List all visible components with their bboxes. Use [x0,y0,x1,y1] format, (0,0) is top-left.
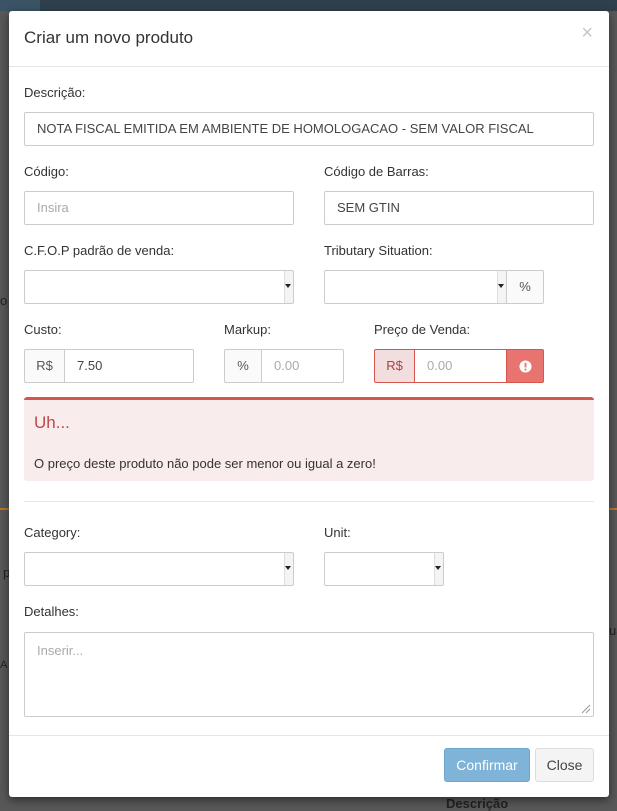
chevron-down-icon [435,566,441,570]
cfop-label: C.F.O.P padrão de venda: [24,243,175,258]
resize-grip-icon[interactable] [581,704,591,714]
tributary-percent-addon: % [506,270,544,304]
modal-footer-divider [9,735,609,736]
alert-message: O preço deste produto não pode ser menor… [34,456,376,471]
chevron-down-icon [285,284,291,288]
create-product-modal: Criar um novo produto × Descrição: NOTA … [9,11,609,797]
codigo-barras-input[interactable]: SEM GTIN [324,191,594,225]
detalhes-label: Detalhes: [24,604,79,619]
unit-label: Unit: [324,525,351,540]
preco-currency-addon: R$ [374,349,415,383]
tributary-select[interactable] [324,270,507,304]
codigo-label: Código: [24,164,69,179]
detalhes-textarea[interactable]: Inserir... [24,632,594,717]
detalhes-placeholder: Inserir... [37,643,84,658]
chevron-down-icon [285,566,291,570]
tributary-label: Tributary Situation: [324,243,433,258]
modal-title: Criar um novo produto [24,28,194,47]
exclamation-circle-icon [518,359,532,373]
descricao-label: Descrição: [24,85,86,100]
category-label: Category: [24,525,81,540]
markup-input[interactable]: 0.00 [261,349,344,383]
close-icon[interactable]: × [581,23,593,43]
background-text-fragment: A [0,659,8,671]
close-button[interactable]: Close [535,748,594,782]
background-topbar [0,0,617,11]
preco-error-addon [506,349,544,383]
alert-title: Uh... [34,413,70,432]
section-divider [24,501,594,502]
markup-label: Markup: [224,322,271,337]
codigo-input[interactable]: Insira [24,191,294,225]
custo-label: Custo: [24,322,62,337]
error-alert: Uh... O preço deste produto não pode ser… [24,397,594,481]
background-text-fragment: o [0,293,8,308]
descricao-input[interactable]: NOTA FISCAL EMITIDA EM AMBIENTE DE HOMOL… [24,112,594,146]
category-select[interactable] [24,552,294,586]
custo-currency-addon: R$ [24,349,65,383]
modal-header: Criar um novo produto × [9,11,609,67]
chevron-down-icon [498,284,504,288]
custo-input[interactable]: 7.50 [64,349,194,383]
unit-select[interactable] [324,552,444,586]
markup-percent-addon: % [224,349,262,383]
background-text-fragment: Descrição [446,796,509,811]
preco-label: Preço de Venda: [374,322,471,337]
background-topbar-accent [0,0,40,11]
preco-input[interactable]: 0.00 [414,349,507,383]
confirm-button[interactable]: Confirmar [444,748,530,782]
cfop-select[interactable] [24,270,294,304]
codigo-barras-label: Código de Barras: [324,164,429,179]
background-text-fragment: ua [609,623,617,638]
